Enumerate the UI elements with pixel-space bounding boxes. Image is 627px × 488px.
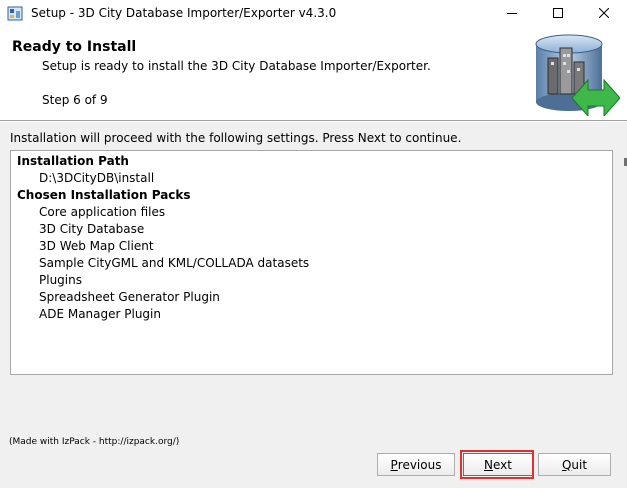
title-bar[interactable]: Setup - 3D City Database Importer/Export…	[0, 0, 627, 26]
pack-item: Sample CityGML and KML/COLLADA datasets	[39, 256, 310, 270]
previous-button[interactable]: Previous	[377, 453, 455, 476]
next-mnemonic: N	[484, 457, 493, 472]
installation-path-value: D:\3DCityDB\install	[39, 171, 155, 185]
maximize-icon	[553, 8, 563, 18]
header-divider-highlight	[0, 121, 627, 122]
step-indicator: Step 6 of 9	[42, 93, 108, 107]
settings-summary[interactable]: Installation Path D:\3DCityDB\install Ch…	[10, 150, 613, 375]
intro-text: Installation will proceed with the follo…	[10, 131, 462, 145]
previous-label: revious	[397, 457, 442, 472]
pack-item: ADE Manager Plugin	[39, 307, 161, 321]
next-label: ext	[493, 457, 512, 472]
pack-item: Plugins	[39, 273, 82, 287]
close-icon	[599, 8, 609, 18]
maximize-button[interactable]	[535, 0, 581, 26]
next-button[interactable]: Next	[463, 453, 533, 476]
minimize-icon	[507, 13, 517, 14]
installer-window: Setup - 3D City Database Importer/Export…	[0, 0, 627, 488]
installation-packs-heading: Chosen Installation Packs	[17, 188, 191, 202]
installation-path-heading: Installation Path	[17, 154, 129, 168]
izpack-credit: (Made with IzPack - http://izpack.org/)	[9, 437, 180, 447]
pack-item: Core application files	[39, 205, 166, 219]
pack-item: 3D Web Map Client	[39, 239, 154, 253]
3d-city-database-logo	[535, 34, 620, 116]
pack-item: 3D City Database	[39, 222, 145, 236]
previous-mnemonic: P	[390, 457, 398, 472]
quit-mnemonic: Q	[561, 457, 572, 472]
pack-item: Spreadsheet Generator Plugin	[39, 290, 220, 304]
page-title: Ready to Install	[12, 39, 137, 55]
header-panel: Ready to Install Setup is ready to insta…	[0, 26, 627, 120]
installer-icon	[7, 6, 23, 21]
window-title: Setup - 3D City Database Importer/Export…	[31, 6, 337, 20]
close-button[interactable]	[581, 0, 627, 26]
quit-button[interactable]: Quit	[538, 453, 611, 476]
page-subtitle: Setup is ready to install the 3D City Da…	[42, 59, 431, 73]
quit-label: uit	[571, 457, 588, 472]
minimize-button[interactable]	[489, 0, 535, 26]
